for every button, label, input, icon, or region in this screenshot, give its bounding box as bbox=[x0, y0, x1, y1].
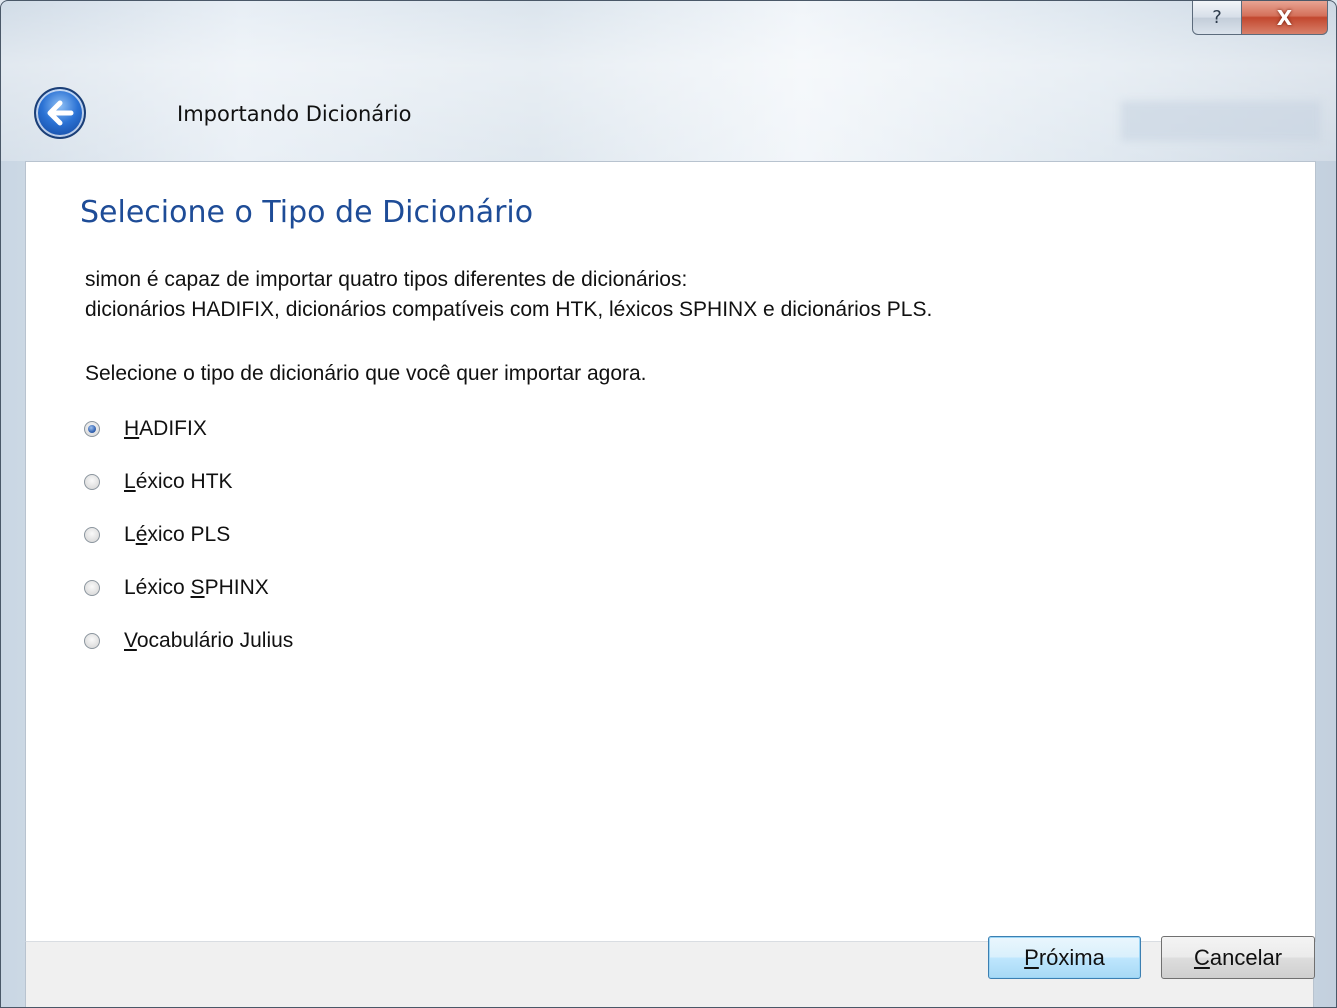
background-window-ghost bbox=[1121, 101, 1321, 141]
description-line-2: dicionários HADIFIX, dicionários compatí… bbox=[85, 298, 933, 321]
help-icon: ? bbox=[1212, 7, 1222, 28]
description-line-1: simon é capaz de importar quatro tipos d… bbox=[85, 268, 688, 291]
wizard-content: Selecione o Tipo de Dicionário simon é c… bbox=[25, 161, 1316, 942]
close-icon: X bbox=[1276, 5, 1293, 30]
wizard-footer: Próxima Cancelar bbox=[25, 936, 1315, 1007]
radio-lexico-htk[interactable]: Léxico HTK bbox=[84, 455, 293, 508]
radio-label: Vocabulário Julius bbox=[124, 628, 294, 652]
radio-lexico-pls[interactable]: Léxico PLS bbox=[84, 508, 293, 561]
page-description: simon é capaz de importar quatro tipos d… bbox=[85, 265, 932, 325]
next-button[interactable]: Próxima bbox=[988, 936, 1141, 979]
radio-selected-dot bbox=[88, 424, 96, 433]
radio-label: HADIFIX bbox=[124, 416, 207, 440]
caption-buttons: ? X bbox=[1192, 1, 1328, 35]
radio-button-icon[interactable] bbox=[84, 473, 100, 490]
radio-lexico-sphinx[interactable]: Léxico SPHINX bbox=[84, 561, 293, 614]
radio-label: Léxico PLS bbox=[124, 522, 231, 546]
radio-button-icon[interactable] bbox=[84, 526, 100, 543]
help-button[interactable]: ? bbox=[1192, 1, 1242, 35]
radio-vocabulario-julius[interactable]: Vocabulário Julius bbox=[84, 614, 293, 667]
radio-hadifix[interactable]: HADIFIX bbox=[84, 402, 293, 455]
selection-prompt: Selecione o tipo de dicionário que você … bbox=[85, 362, 647, 385]
radio-button-icon[interactable] bbox=[84, 632, 100, 649]
radio-button-icon[interactable] bbox=[84, 420, 100, 437]
radio-label: Léxico SPHINX bbox=[124, 575, 269, 599]
back-button[interactable] bbox=[34, 87, 86, 139]
back-arrow-icon bbox=[47, 100, 74, 126]
dictionary-type-radio-group: HADIFIX Léxico HTK Léxico PLS Léxico SPH… bbox=[84, 402, 293, 667]
wizard-window: ? X Importando Dicionário Selecione o Ti… bbox=[0, 0, 1337, 1008]
page-heading: Selecione o Tipo de Dicionário bbox=[80, 195, 534, 230]
wizard-title: Importando Dicionário bbox=[177, 102, 412, 126]
cancel-button[interactable]: Cancelar bbox=[1161, 936, 1315, 979]
radio-button-icon[interactable] bbox=[84, 579, 100, 596]
close-button[interactable]: X bbox=[1242, 1, 1328, 35]
radio-label: Léxico HTK bbox=[124, 469, 233, 493]
